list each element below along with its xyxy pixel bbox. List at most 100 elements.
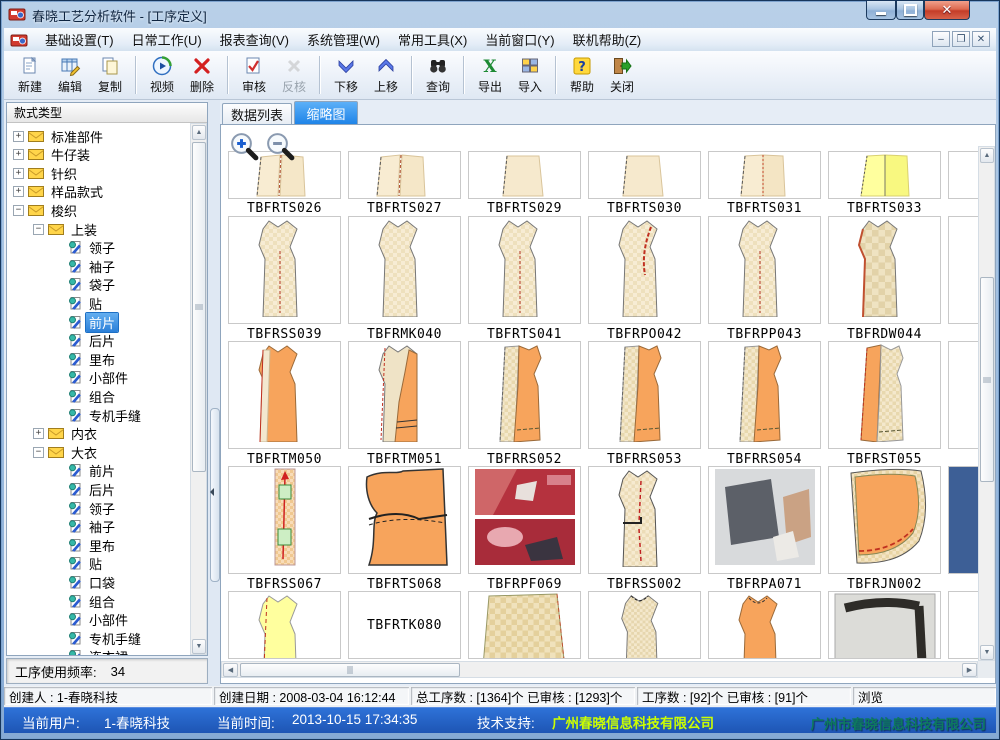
close-button[interactable]: ✕ <box>924 1 970 20</box>
toolbar-move-down-button[interactable]: 下移 <box>326 53 366 97</box>
expand-icon[interactable]: + <box>13 186 24 197</box>
tree-item-后片[interactable]: 后片 <box>53 332 118 350</box>
grid-scroll-right-icon[interactable]: ▶ <box>962 663 977 677</box>
expand-icon[interactable]: + <box>33 428 44 439</box>
tree-item-领子[interactable]: 领子 <box>53 239 118 257</box>
menu-item-3[interactable]: 报表查询(V) <box>211 27 298 52</box>
tree-item-贴[interactable]: 贴 <box>53 555 105 573</box>
toolbar-help-button[interactable]: ?帮助 <box>562 53 602 97</box>
grid-scroll-down-icon[interactable]: ▼ <box>980 645 994 660</box>
collapse-icon[interactable]: − <box>33 224 44 235</box>
tree-item-袖子[interactable]: 袖子 <box>53 257 118 275</box>
thumbnail-cell[interactable] <box>828 591 941 659</box>
toolbar-video-button[interactable]: 视频 <box>142 53 182 97</box>
tab-data-list[interactable]: 数据列表 <box>222 103 292 124</box>
tree-item-小部件[interactable]: 小部件 <box>53 369 131 387</box>
panel-splitter[interactable] <box>208 100 220 686</box>
thumbnail-cell-partial[interactable] <box>948 341 982 449</box>
tree-item-针织[interactable]: +针织 <box>13 164 80 182</box>
thumbnail-cell-TBFRRS052[interactable] <box>468 341 581 449</box>
thumbnail-cell[interactable] <box>588 591 701 659</box>
thumbnail-cell-TBFRTS041[interactable] <box>468 216 581 324</box>
thumbnail-cell-TBFRTS068[interactable] <box>348 466 461 574</box>
tree-item-连衣裙[interactable]: 连衣裙 <box>53 648 131 655</box>
thumbnail-cell-TBFRSS002[interactable] <box>588 466 701 574</box>
tree-scroll-up-icon[interactable]: ▲ <box>192 125 206 140</box>
thumbnail-cell-TBFRTS031[interactable] <box>708 151 821 199</box>
tree-item-牛仔装[interactable]: +牛仔装 <box>13 146 93 164</box>
tree-item-专机手缝[interactable]: 专机手缝 <box>53 406 144 424</box>
tree-item-大衣[interactable]: −大衣 <box>33 443 100 461</box>
grid-scroll-left-icon[interactable]: ◀ <box>223 663 238 677</box>
thumbnail-cell-TBFRTS027[interactable] <box>348 151 461 199</box>
tree-item-样品款式[interactable]: +样品款式 <box>13 183 106 201</box>
tree-item-前片[interactable]: 前片 <box>53 462 118 480</box>
menu-item-6[interactable]: 当前窗口(Y) <box>476 27 563 52</box>
thumbnail-cell-TBFRTM050[interactable] <box>228 341 341 449</box>
tree-item-组合[interactable]: 组合 <box>53 592 118 610</box>
thumbnail-cell-TBFRDW044[interactable] <box>828 216 941 324</box>
toolbar-export-button[interactable]: X导出 <box>470 53 510 97</box>
tree-item-领子[interactable]: 领子 <box>53 499 118 517</box>
thumbnail-cell-TBFRSS067[interactable] <box>228 466 341 574</box>
maximize-button[interactable] <box>896 1 924 20</box>
tree-item-前片-selected[interactable]: 前片 <box>53 313 118 331</box>
thumbnail-cell-TBFRTS029[interactable] <box>468 151 581 199</box>
toolbar-import-button[interactable]: 导入 <box>510 53 550 97</box>
menu-item-4[interactable]: 系统管理(W) <box>298 27 389 52</box>
thumbnail-cell-TBFRPO042[interactable] <box>588 216 701 324</box>
thumbnail-cell-TBFRPF069[interactable] <box>468 466 581 574</box>
tree-item-贴[interactable]: 贴 <box>53 294 105 312</box>
toolbar-search-button[interactable]: 查询 <box>418 53 458 97</box>
thumbnail-cell-TBFRPA071[interactable] <box>708 466 821 574</box>
toolbar-edit-button[interactable]: 编辑 <box>50 53 90 97</box>
toolbar-close-button[interactable]: 关闭 <box>602 53 642 97</box>
tree-item-里布[interactable]: 里布 <box>53 350 118 368</box>
mdi-restore-button[interactable]: ❐ <box>952 31 970 47</box>
expand-icon[interactable]: + <box>13 168 24 179</box>
thumbnail-cell-TBFRTS033[interactable] <box>828 151 941 199</box>
collapse-icon[interactable]: − <box>13 205 24 216</box>
thumbnail-cell[interactable] <box>228 591 341 659</box>
thumbnail-cell-TBFRJN002[interactable] <box>828 466 941 574</box>
tree-item-组合[interactable]: 组合 <box>53 387 118 405</box>
thumbnail-cell-TBFRPP043[interactable] <box>708 216 821 324</box>
toolbar-delete-button[interactable]: 删除 <box>182 53 222 97</box>
tree-item-后片[interactable]: 后片 <box>53 480 118 498</box>
toolbar-audit-button[interactable]: 审核 <box>234 53 274 97</box>
thumbnail-cell-TBFRRS053[interactable] <box>588 341 701 449</box>
toolbar-new-button[interactable]: 新建 <box>10 53 50 97</box>
toolbar-move-up-button[interactable]: 上移 <box>366 53 406 97</box>
grid-hscroll-thumb[interactable] <box>240 663 460 677</box>
grid-vscrollbar[interactable]: ▲ ▼ <box>978 146 995 661</box>
tree-item-标准部件[interactable]: +标准部件 <box>13 127 106 145</box>
mdi-minimize-button[interactable]: – <box>932 31 950 47</box>
tree-item-内衣[interactable]: +内衣 <box>33 425 100 443</box>
expand-icon[interactable]: + <box>13 149 24 160</box>
thumbnail-cell-partial[interactable] <box>948 466 982 574</box>
thumbnail-cell-partial[interactable] <box>948 591 982 659</box>
thumbnail-cell-TBFRTM051[interactable] <box>348 341 461 449</box>
minimize-button[interactable] <box>866 1 896 20</box>
thumbnail-cell-TBFRTS030[interactable] <box>588 151 701 199</box>
tree-item-梭织[interactable]: −梭织 <box>13 201 80 219</box>
tree-item-袋子[interactable]: 袋子 <box>53 276 118 294</box>
thumbnail-cell[interactable] <box>708 591 821 659</box>
tree-scroll-thumb[interactable] <box>192 142 206 472</box>
thumbnail-cell-TBFRTK080[interactable]: TBFRTK080 <box>348 591 461 659</box>
mdi-close-button[interactable]: ✕ <box>972 31 990 47</box>
tree-item-里布[interactable]: 里布 <box>53 536 118 554</box>
tree-item-上装[interactable]: −上装 <box>33 220 100 238</box>
thumbnail-cell-TBFRST055[interactable] <box>828 341 941 449</box>
thumbnail-cell-partial[interactable] <box>948 216 982 324</box>
collapse-icon[interactable]: − <box>33 447 44 458</box>
zoom-out-button[interactable] <box>265 131 295 161</box>
grid-scroll-up-icon[interactable]: ▲ <box>980 148 994 163</box>
thumbnail-cell-TBFRRS054[interactable] <box>708 341 821 449</box>
tree-scroll-down-icon[interactable]: ▼ <box>192 639 206 654</box>
menu-item-1[interactable]: 基础设置(T) <box>36 27 123 52</box>
tree-item-小部件[interactable]: 小部件 <box>53 611 131 629</box>
menu-item-2[interactable]: 日常工作(U) <box>123 27 211 52</box>
thumbnail-cell-TBFRSS039[interactable] <box>228 216 341 324</box>
tree-item-专机手缝[interactable]: 专机手缝 <box>53 629 144 647</box>
